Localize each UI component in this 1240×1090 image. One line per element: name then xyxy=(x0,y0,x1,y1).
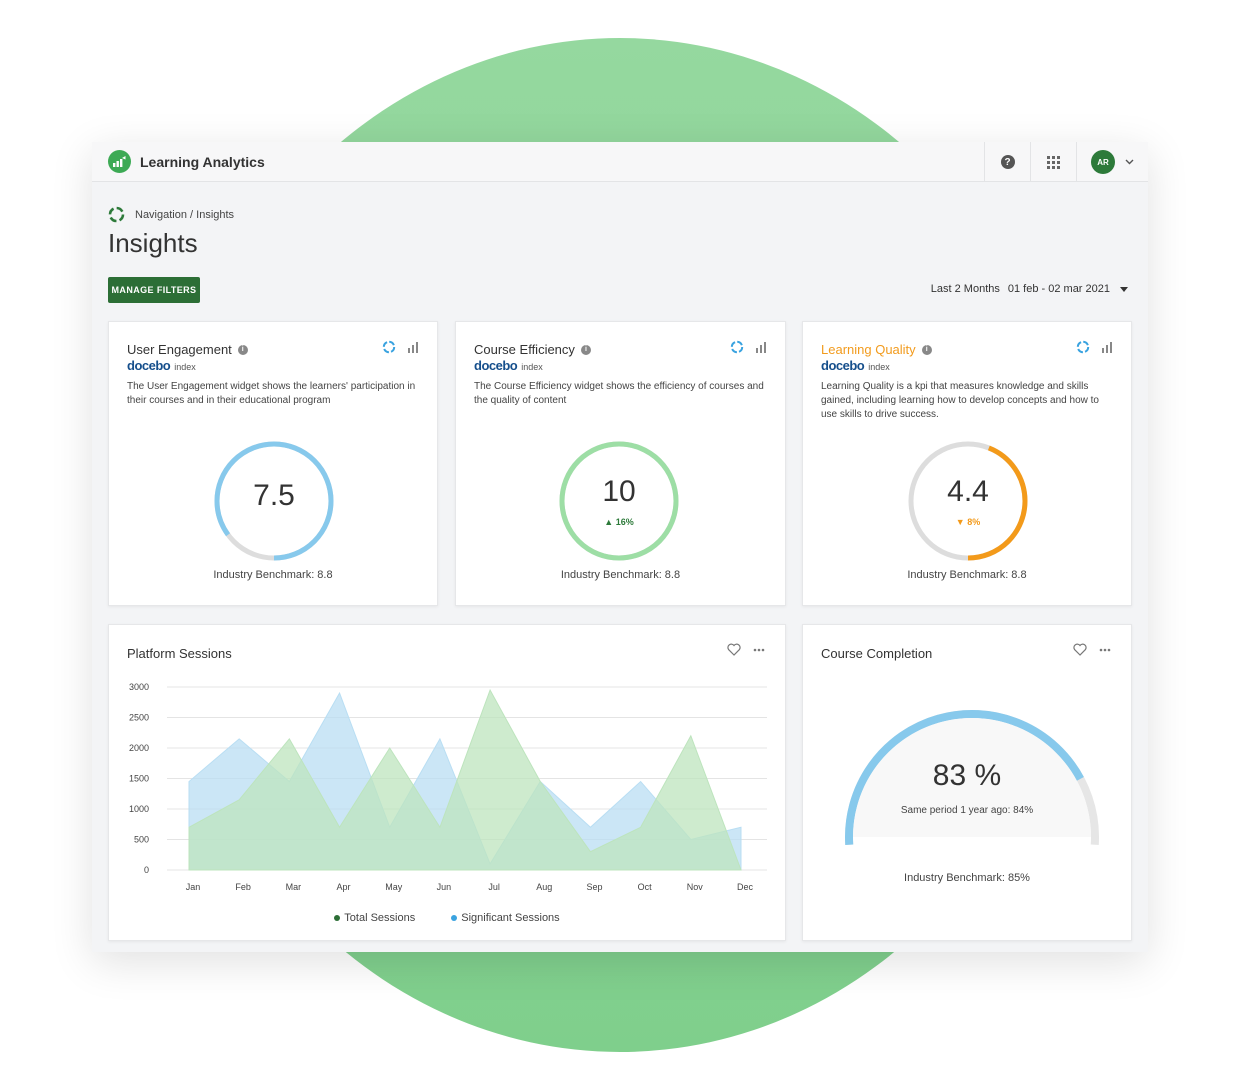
heart-icon[interactable] xyxy=(1073,643,1087,656)
legend-dot xyxy=(451,915,458,922)
y-tick-label: 1500 xyxy=(129,774,149,784)
kpi-gauge: 10 ▲ 16% xyxy=(557,439,681,563)
legend-item-total[interactable]: Total Sessions xyxy=(334,912,415,924)
kpi-delta-value: 16% xyxy=(615,517,634,527)
info-icon[interactable]: i xyxy=(580,344,591,355)
info-icon[interactable]: i xyxy=(237,344,248,355)
bar-chart-icon[interactable] xyxy=(756,341,767,353)
x-tick-label: Mar xyxy=(286,882,302,892)
kpi-delta-value: 8% xyxy=(967,517,981,527)
y-tick-label: 500 xyxy=(134,835,149,845)
page-title: Insights xyxy=(108,228,198,258)
kpi-description: The User Engagement widget shows the lea… xyxy=(127,381,416,406)
avatar: AR xyxy=(1091,150,1115,174)
kpi-card-user-engagement: User Engagement i docebo index The User En… xyxy=(108,321,438,606)
brand-suffix: index xyxy=(868,362,890,372)
kpi-gauge: 7.5 xyxy=(212,439,336,563)
kpi-value: 4.4 xyxy=(947,475,989,508)
x-tick-label: Sep xyxy=(586,882,602,892)
legend-item-significant[interactable]: Significant Sessions xyxy=(451,912,560,924)
user-menu[interactable]: AR xyxy=(1076,142,1148,182)
x-tick-label: Jun xyxy=(437,882,452,892)
apps-menu-button[interactable] xyxy=(1030,142,1076,182)
refresh-ring-icon[interactable] xyxy=(382,340,396,354)
arrow-down-icon: ▼ xyxy=(955,517,968,527)
y-tick-label: 1000 xyxy=(129,804,149,814)
info-icon[interactable]: i xyxy=(921,344,932,355)
y-tick-label: 2000 xyxy=(129,743,149,753)
brand-suffix: index xyxy=(174,362,196,372)
app-logo-icon[interactable] xyxy=(108,150,131,173)
kpi-card-learning-quality: Learning Quality i docebo index Learning Q… xyxy=(802,321,1132,606)
more-options-icon[interactable] xyxy=(1099,648,1111,652)
breadcrumb-text[interactable]: Navigation / Insights xyxy=(135,209,234,221)
kpi-delta: ▼ 8% xyxy=(906,517,1030,527)
completion-subtext: Same period 1 year ago: 84% xyxy=(900,805,1034,816)
y-tick-label: 3000 xyxy=(129,682,149,692)
industry-benchmark: Industry Benchmark: 8.8 xyxy=(907,569,1027,581)
kpi-title: Course Efficiency xyxy=(474,342,575,357)
chart-legend: Total Sessions Significant Sessions xyxy=(109,912,785,924)
help-icon: ? xyxy=(1000,155,1015,169)
kpi-value: 10 xyxy=(602,475,636,508)
apps-grid-icon xyxy=(1047,155,1060,169)
bar-chart-icon[interactable] xyxy=(408,341,419,353)
kpi-delta: ▲ 16% xyxy=(557,517,681,527)
brand-name: docebo xyxy=(127,358,171,373)
industry-benchmark: Industry Benchmark: 85% xyxy=(904,872,1030,884)
legend-label: Significant Sessions xyxy=(461,912,560,924)
brand-suffix: index xyxy=(521,362,543,372)
industry-benchmark: Industry Benchmark: 8.8 xyxy=(560,569,681,581)
refresh-ring-icon[interactable] xyxy=(1076,340,1090,354)
loading-ring-icon xyxy=(108,206,125,223)
date-range-value: 01 feb - 02 mar 2021 xyxy=(1007,283,1110,295)
kpi-card-course-efficiency: Course Efficiency i docebo index The Cours… xyxy=(455,321,786,606)
x-tick-label: Apr xyxy=(337,882,351,892)
help-button[interactable]: ? xyxy=(984,142,1030,182)
y-tick-label: 2500 xyxy=(129,713,149,723)
kpi-value: 7.5 xyxy=(253,479,295,512)
top-bar: Learning Analytics ? AR xyxy=(92,142,1148,182)
x-tick-label: Jul xyxy=(488,882,500,892)
sessions-area-chart: 0 500 1000 1500 2000 2500 3000 Jan Feb Mar Apr May J… xyxy=(129,682,767,892)
brand-name: docebo xyxy=(821,358,865,373)
x-tick-label: Feb xyxy=(235,882,251,892)
manage-filters-button[interactable]: MANAGE FILTERS xyxy=(108,277,200,303)
kpi-gauge: 4.4 ▼ 8% xyxy=(906,439,1030,563)
x-tick-label: Jan xyxy=(186,882,201,892)
app-title: Learning Analytics xyxy=(140,153,265,170)
arrow-up-icon: ▲ xyxy=(604,517,616,527)
brand-index: docebo index xyxy=(474,358,543,373)
platform-sessions-card: Platform Sessions 0 500 1000 1500 2000 2500 30… xyxy=(108,624,786,941)
brand-index: docebo index xyxy=(127,358,196,373)
caret-down-icon xyxy=(1120,286,1128,292)
x-tick-label: Nov xyxy=(687,882,704,892)
refresh-ring-icon[interactable] xyxy=(730,340,744,354)
kpi-title: Learning Quality xyxy=(821,342,916,357)
brand-name: docebo xyxy=(474,358,518,373)
app-window: Learning Analytics ? AR Navigation / Ins… xyxy=(92,142,1148,952)
x-tick-label: Dec xyxy=(737,882,754,892)
x-tick-label: Aug xyxy=(536,882,552,892)
date-range-picker[interactable]: Last 2 Months 01 feb - 02 mar 2021 xyxy=(931,283,1128,295)
date-range-label: Last 2 Months xyxy=(930,283,1000,295)
legend-dot xyxy=(334,915,341,922)
kpi-description: Learning Quality is a kpi that measures … xyxy=(821,381,1099,420)
completion-value: 83 % xyxy=(932,759,1002,792)
industry-benchmark: Industry Benchmark: 8.8 xyxy=(213,569,333,581)
bar-chart-icon[interactable] xyxy=(1102,341,1113,353)
legend-label: Total Sessions xyxy=(344,912,416,924)
breadcrumb: Navigation / Insights xyxy=(108,206,234,223)
y-tick-label: 0 xyxy=(144,865,149,875)
course-completion-card: Course Completion 83 % Same period 1 yea… xyxy=(802,624,1132,941)
brand-index: docebo index xyxy=(821,358,890,373)
card-title: Course Completion xyxy=(821,646,933,661)
x-tick-label: May xyxy=(385,882,403,892)
kpi-description: The Course Efficiency widget shows the e… xyxy=(474,381,764,406)
x-tick-label: Oct xyxy=(638,882,653,892)
chevron-down-icon xyxy=(1125,159,1134,165)
kpi-title: User Engagement xyxy=(127,342,232,357)
